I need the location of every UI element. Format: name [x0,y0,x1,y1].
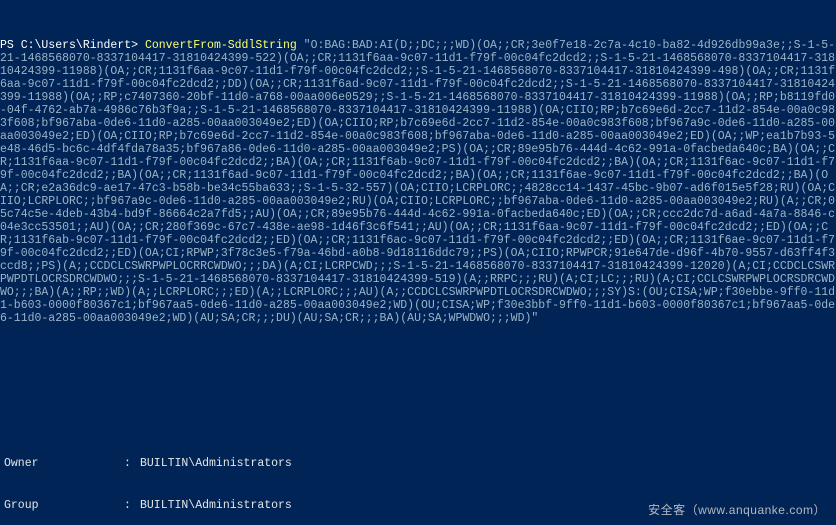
owner-label: Owner [4,457,124,471]
sddl-string-argument: "O:BAG:BAD:AI(D;;DC;;;WD)(OA;;CR;3e0f7e1… [0,39,835,325]
owner-value: BUILTIN\Administrators [140,457,832,471]
output-object: Owner : BUILTIN\Administrators Group : B… [0,429,836,525]
command-input[interactable]: ConvertFrom-SddlString [145,39,297,52]
prompt-path: PS C:\Users\Rindert> [0,39,138,52]
group-label: Group [4,499,124,513]
separator: : [124,457,140,471]
prompt-line: PS C:\Users\Rindert> ConvertFrom-SddlStr… [0,39,836,325]
separator: : [124,499,140,513]
group-value: BUILTIN\Administrators [140,499,832,513]
owner-row: Owner : BUILTIN\Administrators [4,457,832,471]
powershell-terminal[interactable]: PS C:\Users\Rindert> ConvertFrom-SddlStr… [0,0,836,525]
group-row: Group : BUILTIN\Administrators [4,499,832,513]
blank-gap [0,364,836,390]
